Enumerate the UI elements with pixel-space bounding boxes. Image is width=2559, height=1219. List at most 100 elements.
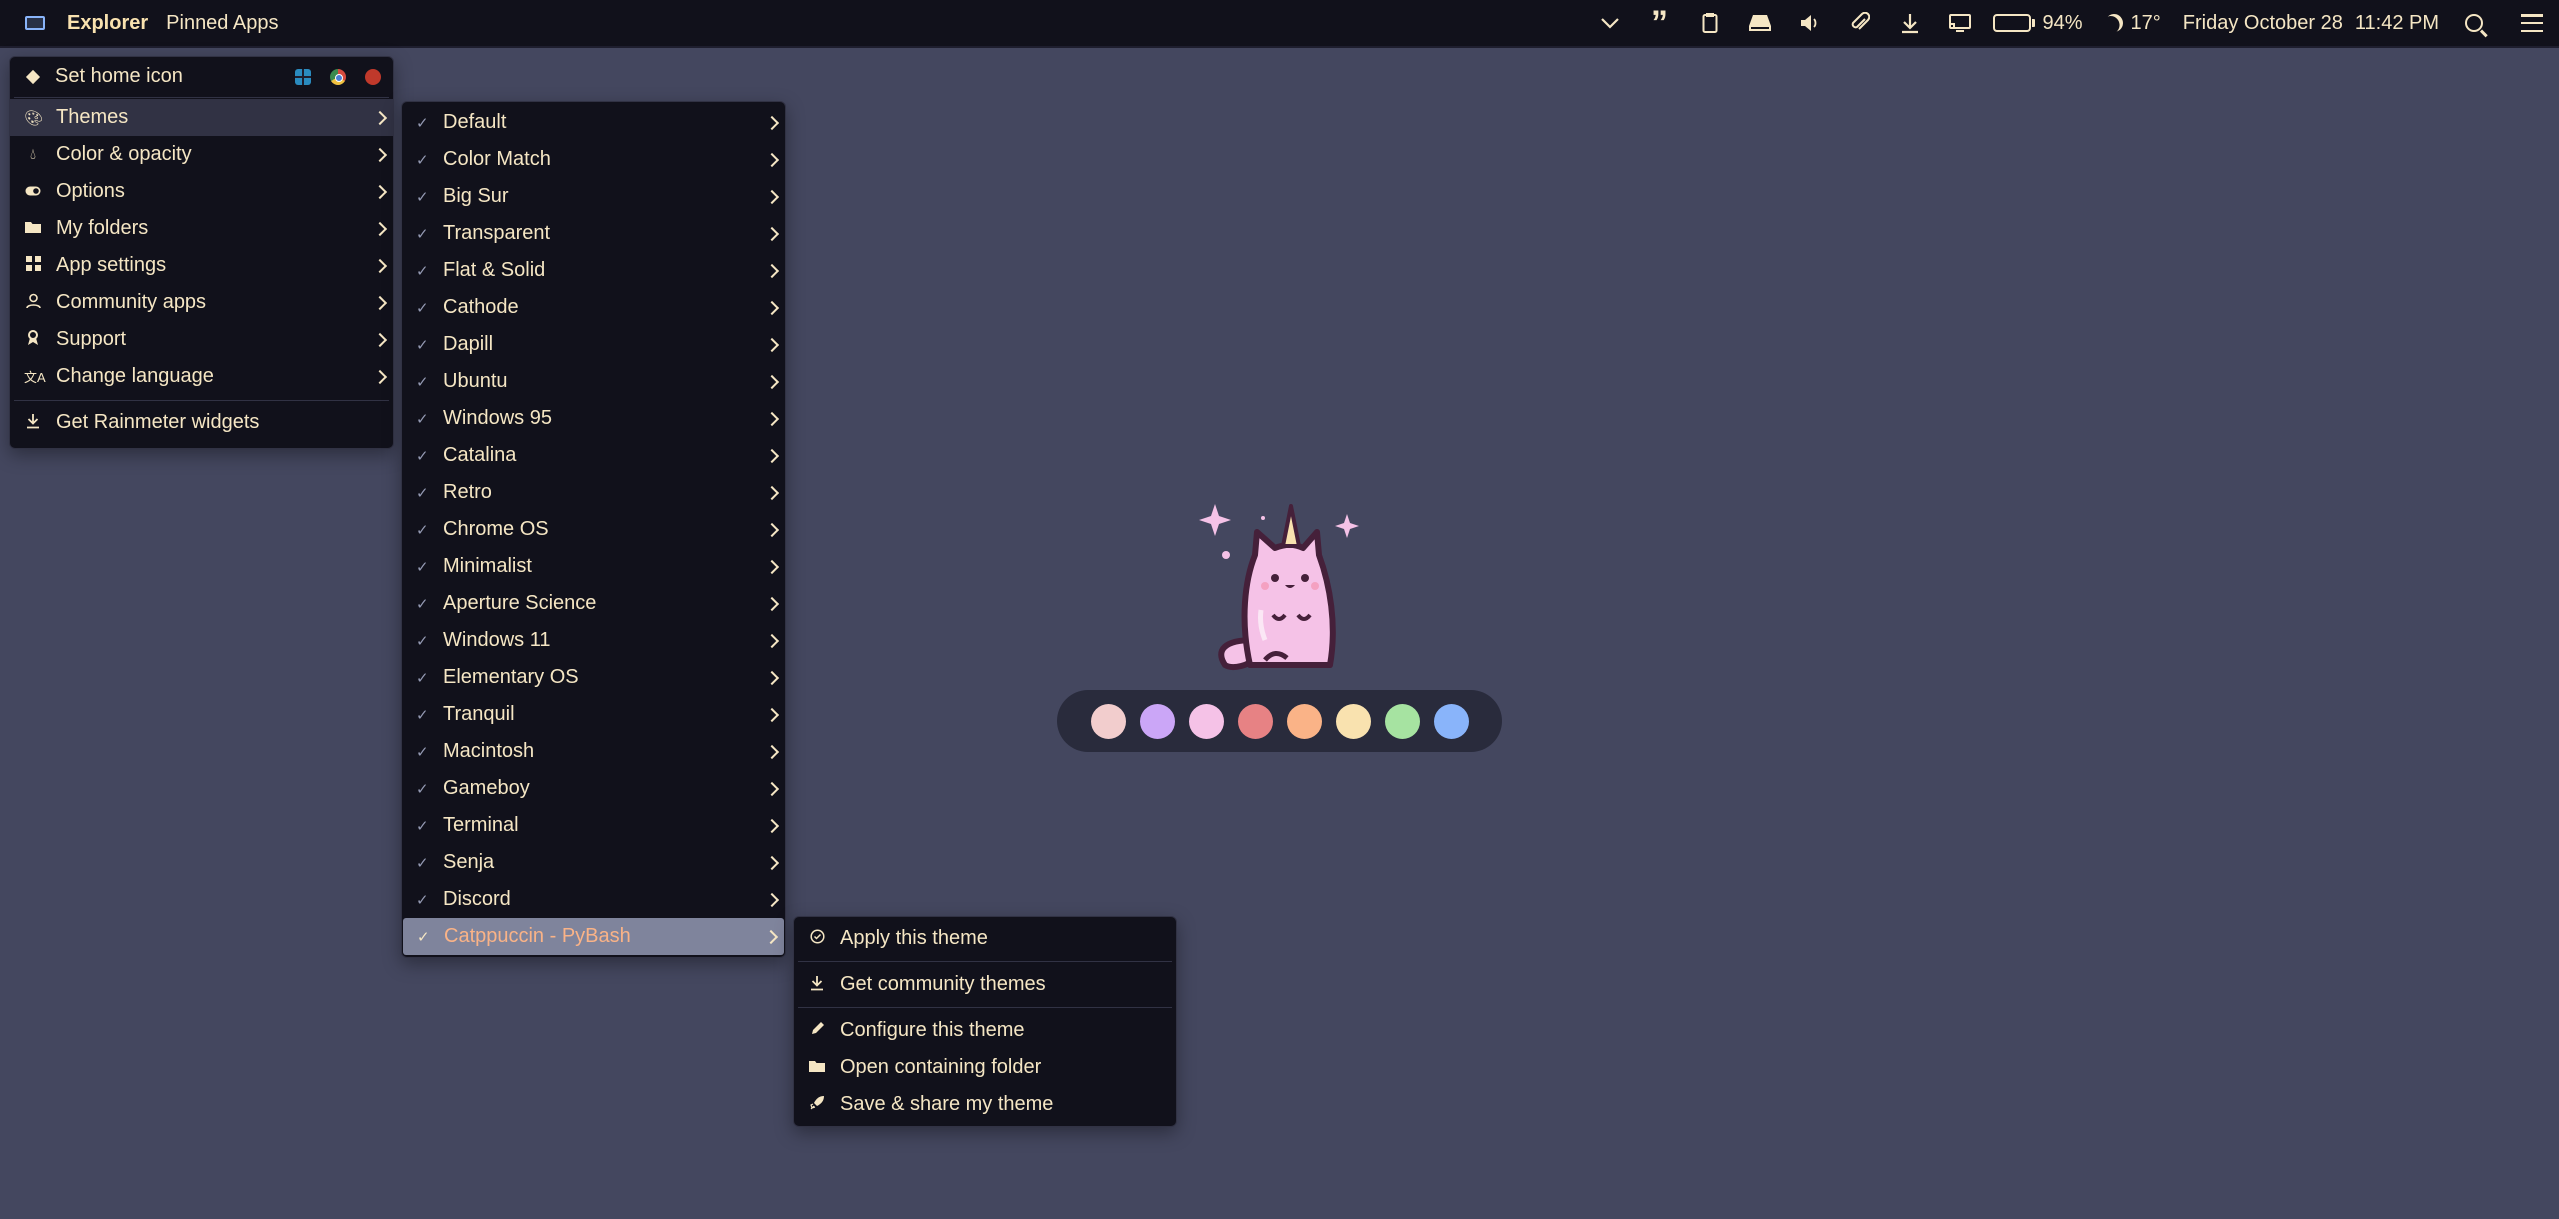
theme-actions-submenu: Apply this theme Get community themes Co… (793, 916, 1177, 1127)
battery-indicator[interactable]: 94% (1992, 12, 2083, 35)
apply-theme-label: Apply this theme (840, 927, 988, 949)
theme-label: Cathode (443, 296, 519, 318)
theme-item[interactable]: ✓ Retro (402, 474, 785, 511)
set-home-icon-item[interactable]: Set home icon (10, 58, 393, 95)
weather-indicator[interactable]: 17° (2105, 12, 2161, 35)
color-swatch[interactable] (1237, 703, 1273, 739)
search-icon[interactable] (2465, 14, 2483, 32)
theme-item[interactable]: ✓ Flat & Solid (402, 252, 785, 289)
date[interactable]: Friday October 28 (2183, 12, 2343, 35)
color-swatch[interactable] (1139, 703, 1175, 739)
color-swatch[interactable] (1188, 703, 1224, 739)
display-icon[interactable] (1935, 0, 1985, 47)
menu-item-color-opacity[interactable]: 💧︎ Color & opacity (10, 136, 393, 173)
download-icon[interactable] (1885, 0, 1935, 47)
chevron-right-icon (764, 781, 780, 796)
app-menu-icon[interactable] (25, 16, 45, 30)
top-bar: Explorer Pinned Apps ” 94% 17° Friday Oc… (0, 0, 2559, 48)
theme-item[interactable]: ✓ Ubuntu (402, 363, 785, 400)
menu-item-community-apps[interactable]: Community apps (10, 284, 393, 321)
theme-item[interactable]: ✓ Elementary OS (402, 659, 785, 696)
chrome-logo-icon[interactable] (330, 68, 346, 85)
color-palette (1057, 690, 1502, 752)
check-icon: ✓ (416, 225, 429, 243)
theme-label: Gameboy (443, 777, 530, 799)
theme-item[interactable]: ✓ Macintosh (402, 733, 785, 770)
check-icon: ✓ (416, 780, 429, 798)
theme-item[interactable]: ✓ Tranquil (402, 696, 785, 733)
theme-item[interactable]: ✓ Chrome OS (402, 511, 785, 548)
theme-label: Retro (443, 481, 492, 503)
open-folder-item[interactable]: Open containing folder (794, 1049, 1176, 1086)
theme-item[interactable]: ✓ Color Match (402, 141, 785, 178)
theme-item[interactable]: ✓ Windows 11 (402, 622, 785, 659)
color-swatch[interactable] (1335, 703, 1371, 739)
menu-list-icon[interactable] (2521, 14, 2543, 32)
menu-item-options[interactable]: Options (10, 173, 393, 210)
get-community-themes-label: Get community themes (840, 973, 1046, 995)
menu-item-change-language[interactable]: 文A Change language (10, 358, 393, 395)
menu-item-label: Support (56, 328, 127, 350)
color-swatch[interactable] (1433, 703, 1469, 739)
volume-icon[interactable] (1785, 0, 1835, 47)
home-icon-options (295, 68, 381, 85)
theme-item[interactable]: ✓ Minimalist (402, 548, 785, 585)
menu-item-label: Get Rainmeter widgets (56, 411, 260, 433)
clock[interactable]: 11:42 PM (2355, 12, 2439, 35)
menu-item-app-settings[interactable]: App settings (10, 247, 393, 284)
ribbon-icon (24, 329, 42, 350)
chevron-down-icon[interactable] (1585, 0, 1635, 47)
menu-divider (14, 400, 389, 401)
clipboard-icon[interactable] (1685, 0, 1735, 47)
color-swatch[interactable] (1090, 703, 1126, 739)
theme-item[interactable]: ✓ Dapill (402, 326, 785, 363)
drive-icon[interactable] (1735, 0, 1785, 47)
theme-item[interactable]: ✓ Default (402, 104, 785, 141)
windows-logo-icon[interactable] (295, 68, 311, 85)
active-app-name[interactable]: Explorer (67, 12, 148, 35)
theme-label: Transparent (443, 222, 551, 244)
menu-item-label: Options (56, 180, 125, 202)
chevron-right-icon (764, 374, 780, 389)
menu-divider (798, 1007, 1172, 1008)
theme-label: Catppuccin - PyBash (444, 925, 631, 947)
menu-item-themes[interactable]: 🎨︎ Themes (10, 99, 393, 136)
theme-item[interactable]: ✓ Cathode (402, 289, 785, 326)
chevron-right-icon (764, 892, 780, 907)
theme-item[interactable]: ✓ Discord (402, 881, 785, 918)
pinned-apps-button[interactable]: Pinned Apps (166, 12, 278, 35)
menu-item-get-rainmeter-widgets[interactable]: Get Rainmeter widgets (10, 404, 393, 441)
chevron-right-icon (764, 263, 780, 278)
theme-item[interactable]: ✓ Windows 95 (402, 400, 785, 437)
theme-item[interactable]: ✓ Big Sur (402, 178, 785, 215)
theme-item[interactable]: ✓ Gameboy (402, 770, 785, 807)
quote-icon[interactable]: ” (1635, 0, 1685, 47)
menu-item-my-folders[interactable]: My folders (10, 210, 393, 247)
theme-label: Ubuntu (443, 370, 508, 392)
theme-item-selected[interactable]: ✓ Catppuccin - PyBash (403, 918, 784, 955)
apply-theme-item[interactable]: Apply this theme (794, 920, 1176, 957)
check-icon: ✓ (416, 558, 429, 576)
chevron-right-icon (764, 707, 780, 722)
save-share-theme-item[interactable]: Save & share my theme (794, 1086, 1176, 1123)
chevron-right-icon (764, 448, 780, 463)
configure-theme-label: Configure this theme (840, 1019, 1025, 1041)
theme-item[interactable]: ✓ Transparent (402, 215, 785, 252)
color-swatch[interactable] (1286, 703, 1322, 739)
menu-item-support[interactable]: Support (10, 321, 393, 358)
theme-item[interactable]: ✓ Catalina (402, 437, 785, 474)
configure-theme-item[interactable]: Configure this theme (794, 1012, 1176, 1049)
check-icon: ✓ (416, 521, 429, 539)
chevron-right-icon (764, 300, 780, 315)
theme-item[interactable]: ✓ Aperture Science (402, 585, 785, 622)
get-community-themes-item[interactable]: Get community themes (794, 966, 1176, 1003)
color-swatch[interactable] (1384, 703, 1420, 739)
theme-item[interactable]: ✓ Senja (402, 844, 785, 881)
menu-item-label: My folders (56, 217, 149, 239)
paperclip-icon[interactable] (1835, 0, 1885, 47)
theme-label: Tranquil (443, 703, 515, 725)
theme-item[interactable]: ✓ Terminal (402, 807, 785, 844)
ubuntu-logo-icon[interactable] (365, 68, 381, 85)
chevron-right-icon (372, 295, 388, 310)
battery-icon (1992, 14, 2031, 32)
